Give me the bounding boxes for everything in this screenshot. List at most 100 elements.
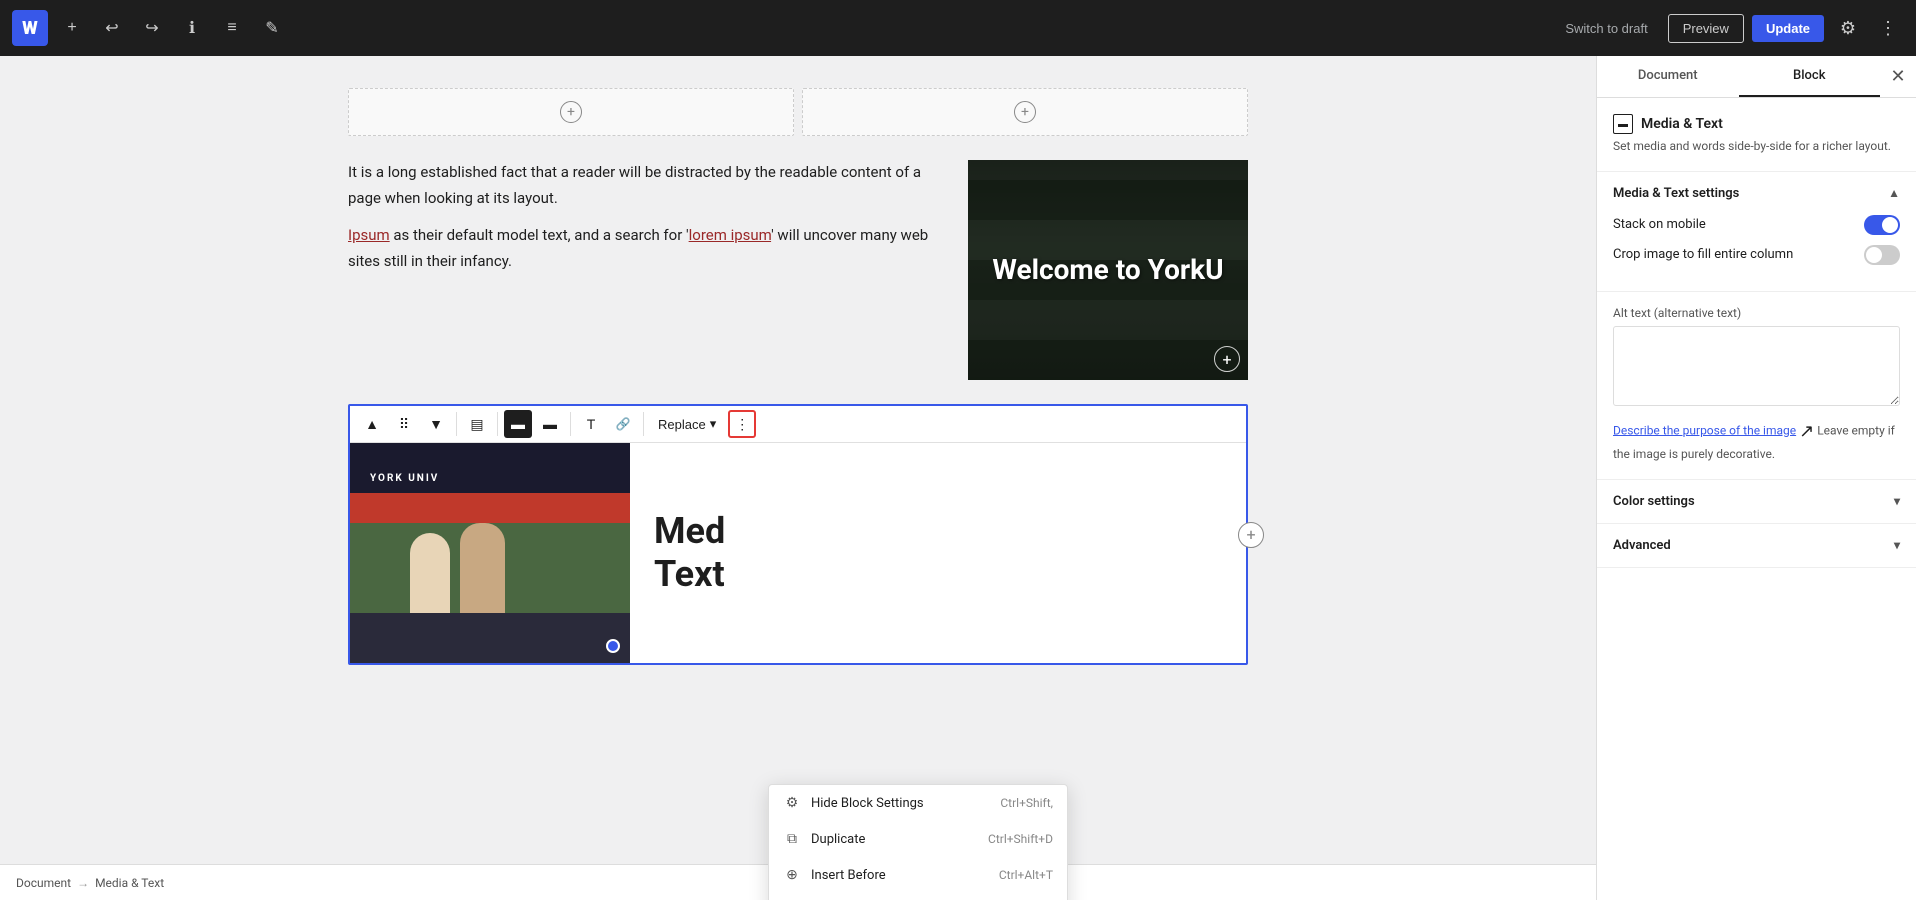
layout-right-button[interactable]: ▬ [536, 410, 564, 438]
block-description: Set media and words side-by-side for a r… [1613, 138, 1900, 155]
advanced-title: Advanced [1613, 538, 1671, 553]
block-name-row: ▬ Media & Text [1613, 114, 1900, 134]
block-type-button[interactable]: ▤ [463, 410, 491, 438]
media-text-settings-chevron: ▲ [1888, 186, 1900, 200]
placeholder-block-2[interactable]: + [802, 88, 1248, 136]
context-menu-item-insert-after[interactable]: ⊕ Insert After Ctrl+Alt+Y [769, 893, 1067, 900]
add-block-icon-1[interactable]: + [560, 101, 582, 123]
stack-on-mobile-label: Stack on mobile [1613, 217, 1706, 232]
drag-handle-button[interactable]: ⠿ [390, 410, 418, 438]
document-overview-button[interactable]: ≡ [216, 12, 248, 44]
undo-button[interactable]: ↩ [96, 12, 128, 44]
breadcrumb-separator: → [77, 876, 89, 890]
layout: + + It is a long established fact that a… [0, 56, 1916, 900]
replace-label: Replace [658, 417, 706, 432]
upper-block-text: It is a long established fact that a rea… [348, 160, 952, 274]
link-button[interactable]: 🔗 [609, 410, 637, 438]
upper-block-image[interactable]: Welcome to YorkU + [968, 160, 1248, 380]
color-settings-section: Color settings ▾ [1597, 480, 1916, 524]
media-text-settings-header[interactable]: Media & Text settings ▲ [1597, 172, 1916, 215]
duplicate-icon: ⧉ [783, 831, 801, 847]
lorem-ipsum-link[interactable]: lorem ipsum [689, 226, 771, 244]
selected-block-image[interactable]: YORK UNIV [350, 443, 630, 663]
advanced-header[interactable]: Advanced ▾ [1597, 524, 1916, 567]
insert-before-label: Insert Before [811, 868, 886, 883]
color-settings-chevron: ▾ [1894, 494, 1900, 508]
stack-on-mobile-row: Stack on mobile [1613, 215, 1900, 235]
breadcrumb-document[interactable]: Document [16, 876, 71, 890]
update-button[interactable]: Update [1752, 15, 1824, 42]
advanced-section: Advanced ▾ [1597, 524, 1916, 568]
move-down-button[interactable]: ▼ [422, 410, 450, 438]
editor-main: + + It is a long established fact that a… [0, 56, 1596, 900]
block-toolbar: ▲ ⠿ ▼ ▤ ▬ ▬ T 🔗 Replace [350, 406, 1246, 443]
selected-media-text-block[interactable]: ▲ ⠿ ▼ ▤ ▬ ▬ T 🔗 Replace [348, 404, 1248, 665]
sidebar-close-button[interactable]: ✕ [1880, 59, 1916, 95]
sidebar-header: Document Block ✕ [1597, 56, 1916, 98]
crop-image-thumb [1866, 247, 1882, 263]
context-menu-item-duplicate[interactable]: ⧉ Duplicate Ctrl+Shift+D [769, 821, 1067, 857]
replace-chevron: ▾ [710, 416, 717, 432]
ipsum-link[interactable]: Ipsum [348, 226, 390, 244]
context-menu-item-hide-settings[interactable]: ⚙ Hide Block Settings Ctrl+Shift, [769, 785, 1067, 821]
duplicate-label: Duplicate [811, 832, 865, 847]
placeholder-row: + + [348, 88, 1248, 136]
context-menu: ⚙ Hide Block Settings Ctrl+Shift, ⧉ Dupl… [768, 784, 1068, 900]
text-align-button[interactable]: T [577, 410, 605, 438]
selected-block-container: ▲ ⠿ ▼ ▤ ▬ ▬ T 🔗 Replace [348, 404, 1248, 665]
alt-text-content: Alt text (alternative text) Describe the… [1597, 292, 1916, 479]
tab-document[interactable]: Document [1597, 56, 1739, 97]
duplicate-shortcut: Ctrl+Shift+D [988, 832, 1053, 846]
more-block-options-button[interactable]: ⋮ [728, 410, 756, 438]
block-info-section: ▬ Media & Text Set media and words side-… [1597, 98, 1916, 172]
insert-before-icon: ⊕ [783, 867, 801, 883]
breadcrumb-current[interactable]: Media & Text [95, 876, 164, 890]
alt-text-label: Alt text (alternative text) [1613, 306, 1900, 320]
hide-settings-label: Hide Block Settings [811, 796, 924, 811]
more-options-button[interactable]: ⋮ [1872, 12, 1904, 44]
context-menu-item-insert-before[interactable]: ⊕ Insert Before Ctrl+Alt+T [769, 857, 1067, 893]
wp-logo[interactable]: W [12, 10, 48, 46]
add-block-button[interactable]: + [56, 12, 88, 44]
redo-button[interactable]: ↪ [136, 12, 168, 44]
media-text-settings-content: Stack on mobile Crop image to fill entir… [1597, 215, 1916, 291]
info-button[interactable]: ℹ [176, 12, 208, 44]
crop-image-label: Crop image to fill entire column [1613, 247, 1793, 262]
block-name-label: Media & Text [1641, 116, 1723, 132]
hide-settings-shortcut: Ctrl+Shift, [1000, 796, 1053, 810]
move-up-button[interactable]: ▲ [358, 410, 386, 438]
toolbar-separator-1 [456, 412, 457, 436]
color-settings-header[interactable]: Color settings ▾ [1597, 480, 1916, 523]
layout-left-button[interactable]: ▬ [504, 410, 532, 438]
describe-purpose-link[interactable]: Describe the purpose of the image [1613, 423, 1796, 437]
alt-text-help: Describe the purpose of the image ↗ Leav… [1613, 418, 1900, 463]
insert-before-shortcut: Ctrl+Alt+T [999, 868, 1053, 882]
sidebar: Document Block ✕ ▬ Media & Text Set medi… [1596, 56, 1916, 900]
upper-media-text-block[interactable]: It is a long established fact that a rea… [348, 160, 1248, 380]
crop-image-toggle[interactable] [1864, 245, 1900, 265]
toolbar-separator-4 [643, 412, 644, 436]
color-settings-title: Color settings [1613, 494, 1695, 509]
replace-button[interactable]: Replace ▾ [650, 410, 724, 438]
image-add-button[interactable]: + [1214, 346, 1240, 372]
stack-on-mobile-toggle[interactable] [1864, 215, 1900, 235]
alt-text-section: Alt text (alternative text) Describe the… [1597, 292, 1916, 480]
hide-settings-icon: ⚙ [783, 795, 801, 811]
tools-button[interactable]: ✎ [256, 12, 288, 44]
block-add-right-button[interactable]: + [1238, 522, 1264, 548]
placeholder-block-1[interactable]: + [348, 88, 794, 136]
crop-image-row: Crop image to fill entire column [1613, 245, 1900, 265]
toolbar-separator-2 [497, 412, 498, 436]
switch-to-draft-button[interactable]: Switch to draft [1553, 15, 1659, 42]
media-text-block-icon: ▬ [1613, 114, 1633, 134]
alt-text-input[interactable] [1613, 326, 1900, 406]
settings-button[interactable]: ⚙ [1832, 12, 1864, 44]
media-text-settings-title: Media & Text settings [1613, 186, 1739, 201]
selected-block-text-area[interactable]: Med Text [630, 443, 1246, 663]
selected-block-content: YORK UNIV Med Text [350, 443, 1246, 663]
add-block-icon-2[interactable]: + [1014, 101, 1036, 123]
topbar: W + ↩ ↪ ℹ ≡ ✎ Switch to draft Preview Up… [0, 0, 1916, 56]
preview-button[interactable]: Preview [1668, 14, 1744, 43]
tab-block[interactable]: Block [1739, 56, 1881, 97]
image-dot-indicator [606, 639, 620, 653]
